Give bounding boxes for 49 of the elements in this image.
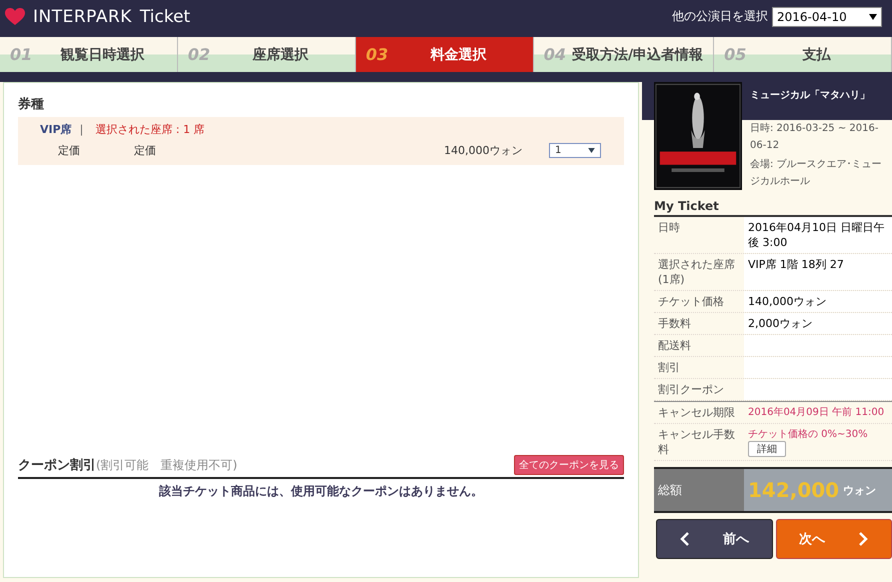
coupon-title: クーポン割引 xyxy=(18,458,96,473)
section-title: 券種 xyxy=(18,96,45,113)
dropdown-caret-icon xyxy=(869,14,877,20)
ticket-value: 2016年04月09日 午前 11:00 xyxy=(748,406,884,419)
brand-product: Ticket xyxy=(140,6,190,26)
ticket-label: 手数料 xyxy=(657,316,692,332)
show-venue: 会場: ブルースクエア･ミュージカルホール xyxy=(750,158,883,189)
date-label: 他の公演日を選択 xyxy=(672,8,768,25)
step-tab[interactable]: 03 料金選択 xyxy=(356,37,534,72)
ticket-value: 140,000ウォン xyxy=(748,294,826,309)
ticket-label: 割引 xyxy=(657,360,681,376)
selected-seats-text: 選択された座席 : 1 席 xyxy=(95,122,205,136)
ticket-label: キャンセル手数料 xyxy=(657,427,736,458)
price-name: 定価 xyxy=(134,142,157,158)
ticket-label: 割引クーポン xyxy=(657,382,725,398)
price-type: 定価 xyxy=(58,142,81,158)
show-date: 日時: 2016-03-25 ~ 2016-06-12 xyxy=(750,122,880,153)
total-amount: 142,000 xyxy=(748,478,840,502)
quantity-select[interactable]: 1 xyxy=(549,142,601,158)
price-amount: 140,000ウォン xyxy=(444,142,524,158)
no-coupon-message: 該当チケット商品には、使用可能なクーポンはありません。 xyxy=(158,483,484,500)
ticket-label: チケット価格 xyxy=(657,294,725,310)
step-tab[interactable]: 04 受取方法/申込者情報 xyxy=(534,37,714,72)
chevron-right-icon xyxy=(858,531,868,547)
total-label: 総額 xyxy=(654,469,744,511)
ticket-value: VIP席 1階 18列 27 xyxy=(748,257,844,272)
separator-text: | xyxy=(80,122,84,136)
step-tab[interactable]: 01 観覧日時選択 xyxy=(0,37,178,72)
ticket-label: 選択された座席(1席) xyxy=(657,257,736,288)
brand-name: INTERPARK xyxy=(33,6,132,26)
previous-button[interactable]: 前へ xyxy=(656,519,772,559)
coupon-note: (割引可能 重複使用不可) xyxy=(96,458,238,472)
date-select[interactable]: 2016-04-10 xyxy=(772,6,882,26)
step-tab[interactable]: 02 座席選択 xyxy=(178,37,356,72)
ticket-label: キャンセル期限 xyxy=(657,405,736,421)
seat-grade: VIP席 xyxy=(40,122,72,136)
ticket-value: 2,000ウォン xyxy=(748,316,812,331)
chevron-left-icon xyxy=(680,531,690,547)
ticket-label: 配送料 xyxy=(657,338,692,354)
ticket-value: 2016年04月10日 日曜日午後 3:00 xyxy=(748,220,886,250)
dropdown-caret-icon xyxy=(588,148,595,152)
all-coupons-button[interactable]: 全てのクーポンを見る xyxy=(514,455,624,475)
currency-unit: ウォン xyxy=(843,482,876,498)
ticket-value: チケット価格の 0%~30% xyxy=(748,428,868,441)
details-button[interactable]: 詳細 xyxy=(748,441,786,457)
show-title: ミュージカル「マタハリ」 xyxy=(750,88,871,103)
heart-logo-icon xyxy=(5,8,25,26)
ticket-label: 日時 xyxy=(657,220,681,236)
step-tab[interactable]: 05 支払 xyxy=(714,37,892,72)
